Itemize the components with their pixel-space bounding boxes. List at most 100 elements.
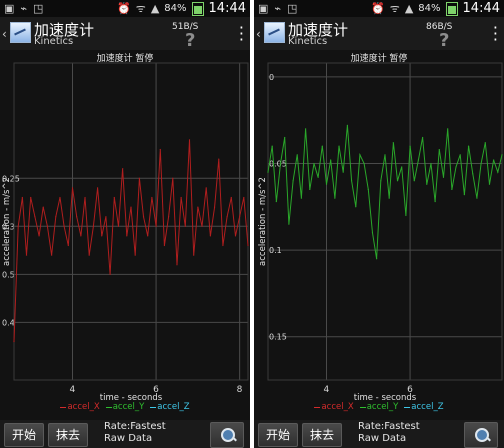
legend-label: accel_Y bbox=[112, 402, 145, 412]
data-point bbox=[422, 136, 424, 139]
data-point bbox=[42, 206, 44, 208]
data-point bbox=[239, 216, 241, 218]
data-point bbox=[350, 180, 353, 182]
data-point bbox=[313, 162, 315, 165]
data-point bbox=[147, 235, 149, 237]
data-point bbox=[21, 196, 23, 199]
start-button[interactable]: 开始 bbox=[258, 423, 298, 447]
data-point bbox=[447, 128, 449, 130]
data-point bbox=[88, 254, 90, 256]
zoom-button[interactable] bbox=[464, 422, 498, 448]
x-tick-label: 4 bbox=[324, 385, 330, 395]
back-arrow-icon[interactable]: ‹ bbox=[2, 27, 7, 41]
data-point bbox=[305, 128, 307, 130]
data-point bbox=[430, 162, 432, 165]
legend-accel-x: accel_X bbox=[314, 402, 354, 412]
start-button[interactable]: 开始 bbox=[4, 423, 44, 447]
data-point bbox=[188, 139, 191, 141]
data-point bbox=[501, 154, 503, 156]
data-point bbox=[172, 177, 174, 179]
data-point bbox=[84, 196, 86, 199]
back-arrow-icon[interactable]: ‹ bbox=[256, 27, 261, 41]
magnifier-icon bbox=[475, 428, 489, 442]
data-point bbox=[300, 197, 303, 199]
plot-frame bbox=[267, 62, 503, 381]
series-line-accel-x bbox=[13, 139, 249, 342]
signal-icon: ▲ bbox=[404, 2, 414, 15]
data-point bbox=[396, 180, 399, 182]
phone-screen-left: ▣ ⌁ ◳ ⏰ ᯤ ▲ 84% 14:44 ‹ 加速度计 Kinetics 51… bbox=[0, 0, 250, 448]
y-tick-label: 0.5 bbox=[2, 270, 15, 279]
y-axis-title: acceleration - m/s^2 bbox=[2, 177, 12, 266]
data-point bbox=[46, 225, 49, 227]
overflow-menu-icon[interactable]: · · · bbox=[239, 20, 244, 48]
data-point bbox=[497, 171, 499, 173]
data-point bbox=[13, 340, 15, 343]
data-point bbox=[197, 206, 199, 208]
accel-chart: 0.250.30.50.44 6 8time - secondsaccelerati… bbox=[2, 62, 249, 403]
data-point bbox=[484, 142, 486, 144]
data-point bbox=[288, 223, 290, 225]
data-point bbox=[184, 225, 186, 227]
data-point bbox=[130, 206, 132, 208]
legend-label: accel_X bbox=[321, 402, 354, 412]
battery-icon bbox=[445, 1, 458, 16]
data-point bbox=[96, 187, 99, 189]
chart-legend: accel_X accel_Y accel_Z bbox=[254, 402, 504, 412]
data-point bbox=[55, 216, 57, 218]
app-logo-icon[interactable] bbox=[264, 22, 285, 43]
series-line-accel-y bbox=[267, 125, 503, 259]
data-point bbox=[296, 154, 298, 156]
data-point bbox=[71, 187, 74, 189]
data-point bbox=[38, 235, 40, 237]
rate-label: Rate:Fastest bbox=[104, 421, 166, 432]
data-point bbox=[230, 196, 232, 199]
legend-label: accel_Y bbox=[366, 402, 399, 412]
data-point bbox=[279, 162, 282, 165]
help-icon[interactable]: ? bbox=[439, 30, 449, 51]
data-point bbox=[405, 214, 407, 217]
zoom-button[interactable] bbox=[210, 422, 244, 448]
legend-label: accel_Z bbox=[411, 402, 444, 412]
app-subtitle: Kinetics bbox=[34, 36, 74, 47]
data-point bbox=[138, 177, 140, 179]
data-point bbox=[168, 216, 170, 218]
help-icon[interactable]: ? bbox=[185, 30, 195, 51]
data-point bbox=[201, 225, 203, 227]
overflow-menu-icon[interactable]: · · · bbox=[493, 20, 498, 48]
gallery-icon: ▣ bbox=[4, 2, 15, 15]
cast-icon: ◳ bbox=[287, 2, 298, 15]
data-point bbox=[476, 197, 478, 199]
battery-percent: 84% bbox=[418, 3, 441, 14]
data-point bbox=[243, 196, 245, 199]
data-point bbox=[317, 176, 319, 178]
raw-data-label: Raw Data bbox=[104, 433, 153, 444]
signal-icon: ▲ bbox=[150, 2, 160, 15]
data-point bbox=[213, 206, 216, 208]
y-tick-label: 0.05 bbox=[269, 159, 287, 168]
data-point bbox=[480, 162, 482, 165]
data-point bbox=[463, 194, 465, 196]
data-point bbox=[163, 244, 166, 247]
data-point bbox=[334, 197, 336, 199]
clear-button[interactable]: 抹去 bbox=[48, 423, 88, 447]
notification-icons: ▣ ⌁ ◳ bbox=[4, 2, 43, 15]
app-logo-icon[interactable] bbox=[10, 22, 31, 43]
data-point bbox=[142, 216, 145, 218]
data-point bbox=[338, 145, 340, 147]
data-point bbox=[380, 180, 382, 182]
data-point bbox=[92, 225, 94, 227]
y-tick-label: 0.1 bbox=[269, 246, 282, 255]
data-point bbox=[388, 197, 390, 199]
action-bar: ‹ 加速度计 Kinetics 86B/S ? · · · bbox=[254, 17, 504, 52]
legend-label: accel_Z bbox=[157, 402, 190, 412]
data-point bbox=[330, 159, 332, 161]
chart-area: 0 0.05 0.1 0.15 4 6 time - seconds acceleration… bbox=[254, 50, 504, 420]
clear-button[interactable]: 抹去 bbox=[302, 423, 342, 447]
cast-icon: ◳ bbox=[33, 2, 44, 15]
gallery-icon: ▣ bbox=[258, 2, 269, 15]
data-point bbox=[493, 159, 495, 161]
action-bar: ‹ 加速度计 Kinetics 51B/S ? · · · bbox=[0, 17, 250, 52]
data-point bbox=[59, 196, 61, 199]
x-tick-label: 8 bbox=[237, 385, 243, 395]
